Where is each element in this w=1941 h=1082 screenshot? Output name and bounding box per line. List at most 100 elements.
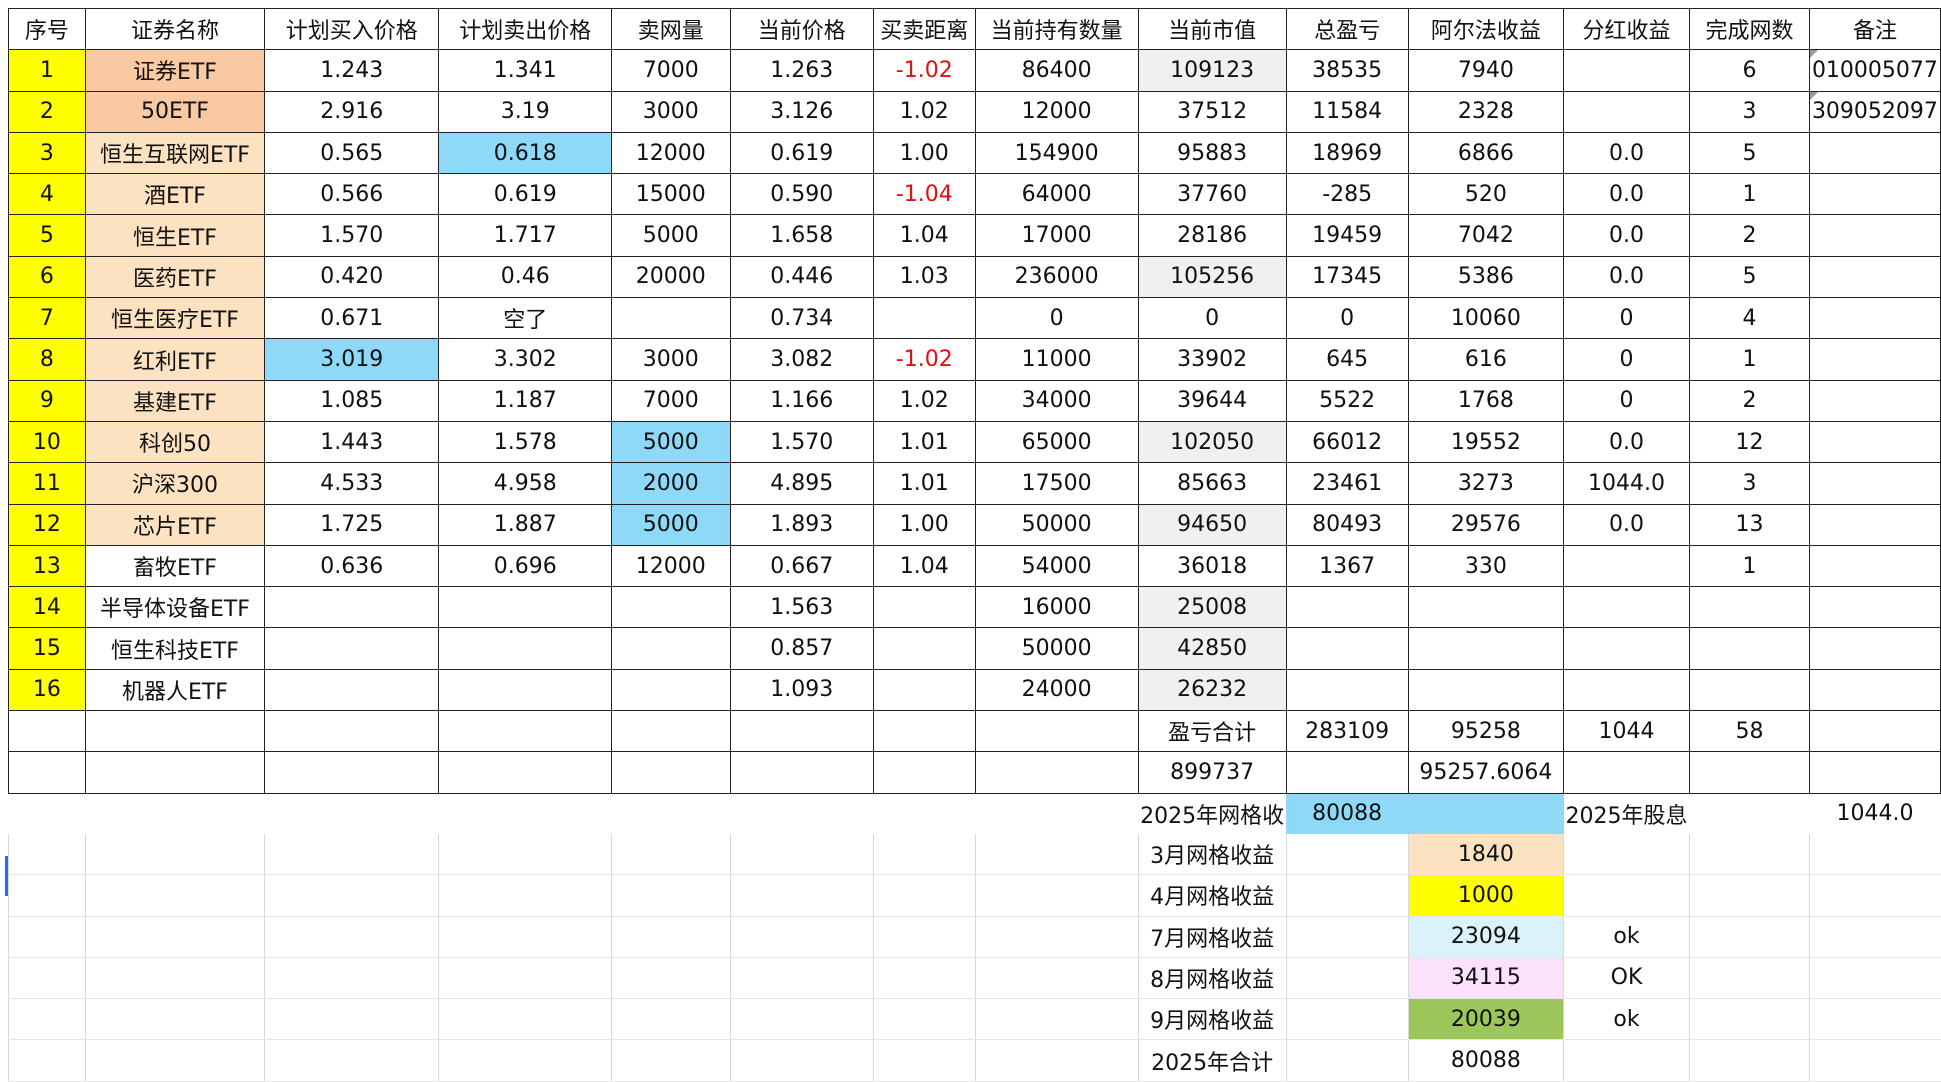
cell-dividend[interactable]: 2025年股息	[1564, 793, 1690, 834]
cell-sell-qty[interactable]: 15000	[611, 173, 731, 216]
cell-sell-qty[interactable]	[611, 874, 731, 917]
cell-note[interactable]	[1808, 586, 1941, 629]
cell-total-pnl[interactable]: -285	[1285, 173, 1409, 216]
cell-dividend[interactable]	[1563, 90, 1691, 133]
cell-total-pnl[interactable]	[1285, 751, 1409, 794]
header-alpha[interactable]: 阿尔法收益	[1407, 7, 1565, 51]
cell-current-price[interactable]	[729, 833, 874, 876]
cell-current-price[interactable]: 3.126	[729, 90, 874, 133]
cell-sell-qty[interactable]	[611, 627, 731, 670]
cell-dividend[interactable]: 0.0	[1563, 131, 1691, 175]
cell-sell-price[interactable]: 0.619	[438, 173, 613, 216]
cell-sell-qty[interactable]	[611, 1039, 731, 1082]
cell-holding-qty[interactable]: 17500	[974, 462, 1139, 505]
cell-dividend[interactable]	[1563, 751, 1691, 794]
cell-market-value[interactable]: 4月网格收益	[1137, 874, 1287, 917]
cell-name[interactable]: 沪深300	[84, 462, 266, 505]
cell-note[interactable]	[1808, 627, 1941, 670]
cell-alpha[interactable]: 520	[1407, 173, 1565, 216]
cell-alpha[interactable]: 1000	[1407, 874, 1564, 917]
cell-dividend[interactable]: 0	[1563, 297, 1691, 340]
cell-sell-price[interactable]	[438, 998, 612, 1041]
cell-distance[interactable]: -1.04	[872, 173, 976, 216]
cell-note[interactable]	[1808, 462, 1941, 505]
cell-dividend[interactable]	[1563, 627, 1691, 670]
cell-alpha[interactable]: 6866	[1407, 131, 1565, 175]
cell-buy-price[interactable]: 1.725	[264, 503, 440, 546]
cell-index[interactable]: 4	[8, 173, 86, 216]
cell-distance[interactable]	[873, 793, 975, 834]
cell-index[interactable]	[8, 916, 86, 958]
cell-buy-price[interactable]	[264, 833, 439, 876]
cell-sell-qty[interactable]	[611, 710, 731, 753]
cell-dividend[interactable]: 1044	[1563, 710, 1691, 753]
cell-sell-qty[interactable]: 3000	[611, 338, 731, 381]
cell-index[interactable]: 14	[8, 586, 86, 629]
cell-sell-price[interactable]	[438, 916, 612, 958]
cell-distance[interactable]	[872, 916, 976, 958]
cell-alpha[interactable]: 19552	[1407, 420, 1565, 464]
cell-market-value[interactable]: 899737	[1137, 751, 1287, 794]
cell-dividend[interactable]: 1044.0	[1563, 462, 1691, 505]
cell-index[interactable]: 15	[8, 627, 86, 670]
cell-holding-qty[interactable]: 0	[974, 297, 1139, 340]
cell-dividend[interactable]	[1563, 1039, 1690, 1082]
cell-buy-price[interactable]: 0.566	[264, 173, 440, 216]
cell-dividend[interactable]: ok	[1563, 916, 1690, 958]
cell-alpha[interactable]: 5386	[1407, 255, 1565, 299]
cell-alpha[interactable]: 1840	[1407, 833, 1564, 876]
cell-note[interactable]: 010005077	[1808, 49, 1941, 92]
cell-note[interactable]: 1044.0	[1809, 793, 1940, 834]
cell-alpha[interactable]: 95257.6064	[1407, 751, 1565, 794]
cell-sell-price[interactable]	[438, 833, 612, 876]
cell-grids-done[interactable]: 1	[1689, 338, 1810, 381]
cell-note[interactable]	[1808, 833, 1941, 876]
cell-total-pnl[interactable]: 0	[1285, 297, 1409, 340]
cell-sell-qty[interactable]	[611, 297, 731, 340]
cell-dividend[interactable]: OK	[1563, 957, 1690, 1000]
cell-distance[interactable]: 1.02	[872, 379, 976, 422]
cell-total-pnl[interactable]	[1285, 668, 1409, 712]
header-current-price[interactable]: 当前价格	[729, 7, 874, 51]
cell-grids-done[interactable]	[1689, 751, 1810, 794]
cell-holding-qty[interactable]	[974, 874, 1139, 917]
cell-total-pnl[interactable]: 5522	[1285, 379, 1409, 422]
cell-index[interactable]: 2	[8, 90, 86, 133]
cell-index[interactable]	[8, 874, 86, 917]
cell-holding-qty[interactable]	[974, 916, 1139, 958]
cell-buy-price[interactable]: 2.916	[264, 90, 440, 133]
cell-distance[interactable]: 1.03	[872, 255, 976, 299]
cell-sell-price[interactable]: 1.887	[438, 503, 613, 546]
cell-grids-done[interactable]: 6	[1689, 49, 1810, 92]
header-grids-done[interactable]: 完成网数	[1689, 7, 1810, 51]
cell-grids-done[interactable]: 3	[1689, 462, 1810, 505]
cell-market-value[interactable]: 37760	[1137, 173, 1287, 216]
cell-name[interactable]: 芯片ETF	[84, 503, 266, 546]
cell-note[interactable]	[1808, 338, 1941, 381]
cell-market-value[interactable]: 0	[1137, 297, 1287, 340]
cell-alpha[interactable]	[1407, 627, 1565, 670]
cell-current-price[interactable]: 4.895	[729, 462, 874, 505]
cell-holding-qty[interactable]: 16000	[974, 586, 1139, 629]
cell-total-pnl[interactable]: 11584	[1285, 90, 1409, 133]
cell-sell-price[interactable]: 1.187	[438, 379, 613, 422]
cell-grids-done[interactable]: 5	[1689, 131, 1810, 175]
cell-distance[interactable]	[872, 1039, 976, 1082]
header-sell-price[interactable]: 计划卖出价格	[438, 7, 613, 51]
cell-index[interactable]	[8, 710, 86, 753]
cell-grids-done[interactable]	[1689, 586, 1810, 629]
cell-market-value[interactable]: 盈亏合计	[1137, 710, 1287, 753]
cell-distance[interactable]: 1.01	[872, 420, 976, 464]
cell-index[interactable]	[8, 833, 86, 876]
cell-holding-qty[interactable]: 54000	[974, 544, 1139, 588]
cell-alpha[interactable]: 95258	[1407, 710, 1565, 753]
cell-market-value[interactable]: 37512	[1137, 90, 1287, 133]
cell-index[interactable]: 7	[8, 297, 86, 340]
cell-buy-price[interactable]	[264, 916, 439, 958]
cell-buy-price[interactable]: 0.671	[264, 297, 440, 340]
cell-index[interactable]: 11	[8, 462, 86, 505]
cell-market-value[interactable]: 3月网格收益	[1137, 833, 1287, 876]
cell-name[interactable]: 50ETF	[84, 90, 266, 133]
cell-total-pnl[interactable]: 17345	[1285, 255, 1409, 299]
cell-sell-price[interactable]	[438, 1039, 612, 1082]
